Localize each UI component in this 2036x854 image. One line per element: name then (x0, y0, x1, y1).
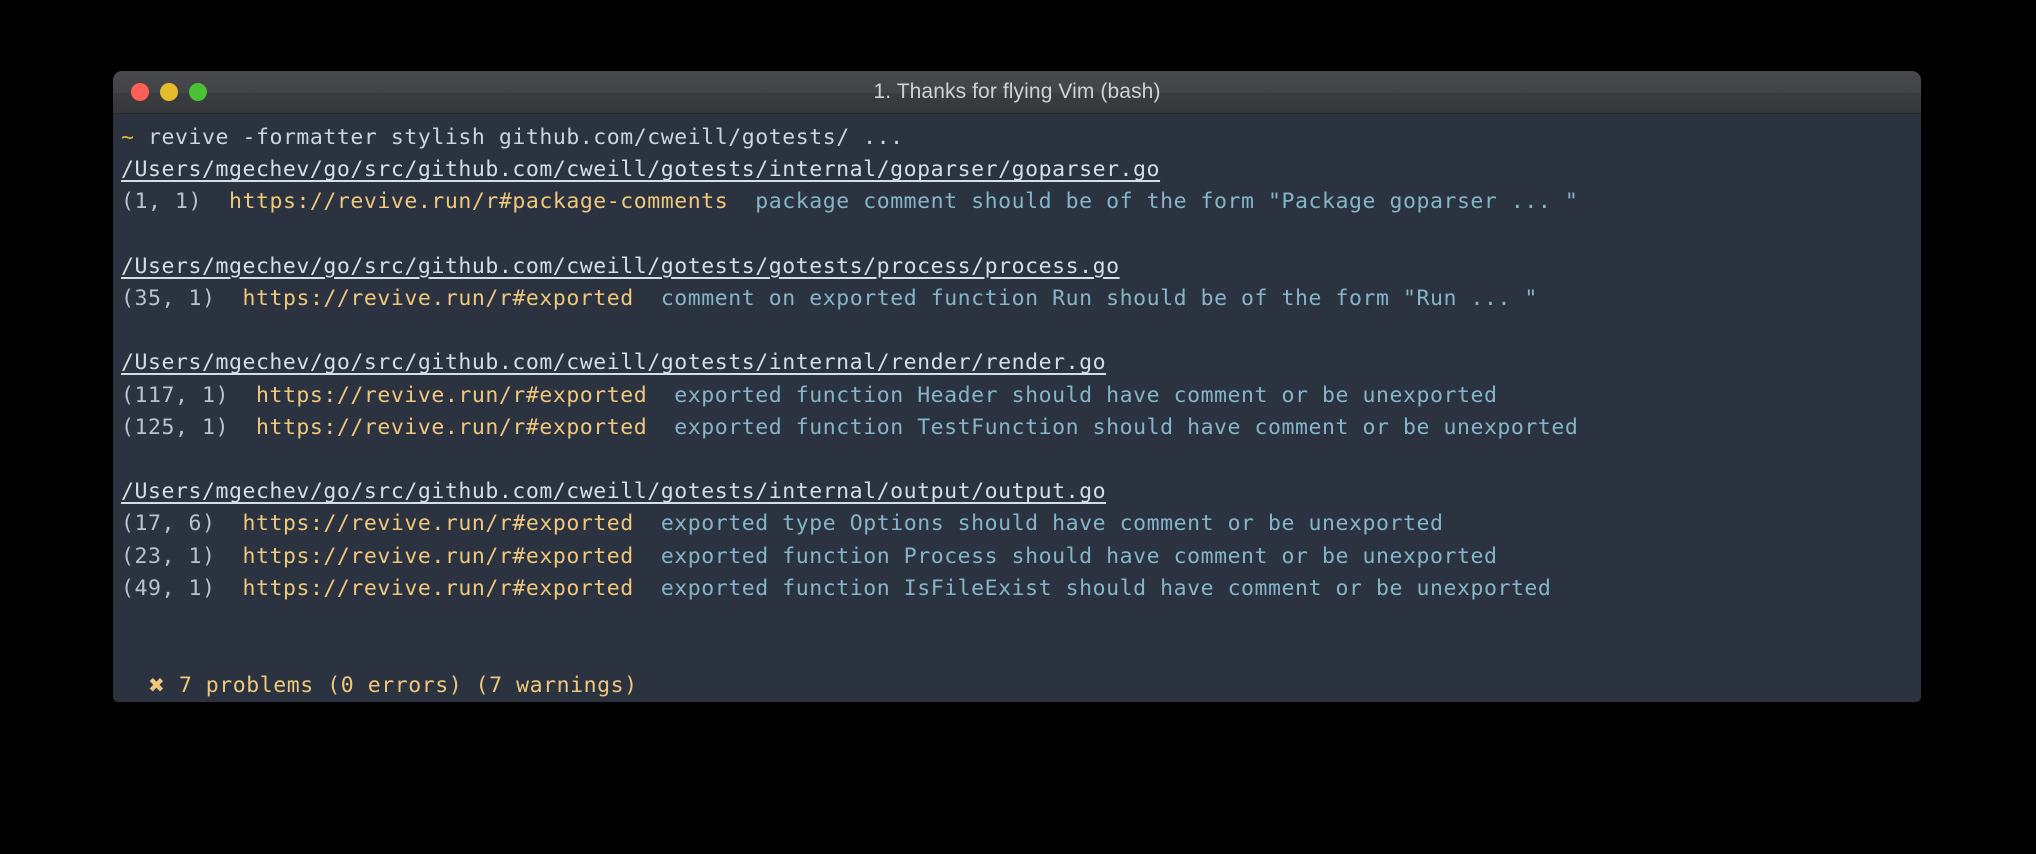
issue-position: (1, 1) (121, 189, 202, 215)
file-path-link[interactable]: /Users/mgechev/go/src/github.com/cweill/… (121, 479, 1106, 504)
issue-position: (35, 1) (121, 286, 216, 312)
window-title-bar[interactable]: 1. Thanks for flying Vim (bash) (113, 71, 1921, 114)
file-path-link[interactable]: /Users/mgechev/go/src/github.com/cweill/… (121, 157, 1160, 182)
terminal-output-area[interactable]: ~ revive -formatter stylish github.com/c… (113, 114, 1921, 702)
prompt-symbol: ~ (121, 125, 135, 150)
issue-row: (17, 6) https://revive.run/r#exported ex… (113, 508, 1921, 540)
file-path-link[interactable]: /Users/mgechev/go/src/github.com/cweill/… (121, 254, 1120, 279)
issue-message: exported type Options should have commen… (660, 511, 1444, 537)
window-title: 1. Thanks for flying Vim (bash) (873, 80, 1161, 103)
rule-url-link[interactable]: https://revive.run/r#exported (242, 511, 633, 536)
issue-message: exported function TestFunction should ha… (674, 414, 1579, 440)
spacer-row (113, 637, 1921, 669)
issue-position: (49, 1) (121, 575, 216, 601)
issue-message: exported function IsFileExist should hav… (660, 575, 1552, 601)
issue-row: (117, 1) https://revive.run/r#exported e… (113, 380, 1921, 412)
terminal-window: 1. Thanks for flying Vim (bash) ~ revive… (113, 71, 1921, 702)
issue-row: (35, 1) https://revive.run/r#exported co… (113, 283, 1921, 315)
spacer-row (113, 444, 1921, 476)
file-path-row[interactable]: /Users/mgechev/go/src/github.com/cweill/… (113, 476, 1921, 508)
issue-position: (117, 1) (121, 382, 229, 408)
zoom-window-button[interactable] (189, 83, 207, 101)
file-path-row[interactable]: /Users/mgechev/go/src/github.com/cweill/… (113, 251, 1921, 283)
rule-url-link[interactable]: https://revive.run/r#exported (256, 415, 647, 440)
command-text (135, 125, 149, 150)
issue-row: (1, 1) https://revive.run/r#package-comm… (113, 186, 1921, 218)
summary-row: ✖ 7 problems (0 errors) (7 warnings) (113, 669, 1921, 702)
desktop-background: 1. Thanks for flying Vim (bash) ~ revive… (0, 0, 2036, 854)
issue-row: (125, 1) https://revive.run/r#exported e… (113, 412, 1921, 444)
issue-row: (23, 1) https://revive.run/r#exported ex… (113, 541, 1921, 573)
rule-url-link[interactable]: https://revive.run/r#exported (242, 286, 633, 311)
minimize-window-button[interactable] (160, 83, 178, 101)
prompt-line: ~ revive -formatter stylish github.com/c… (113, 122, 1921, 154)
spacer-row (113, 605, 1921, 637)
window-controls (131, 71, 207, 113)
rule-url-link[interactable]: https://revive.run/r#package-comments (229, 189, 728, 214)
issue-position: (125, 1) (121, 414, 229, 440)
issue-message: comment on exported function Run should … (660, 286, 1538, 312)
rule-url-link[interactable]: https://revive.run/r#exported (242, 544, 633, 569)
file-path-row[interactable]: /Users/mgechev/go/src/github.com/cweill/… (113, 347, 1921, 379)
cross-mark-icon: ✖ (148, 673, 166, 698)
issue-position: (17, 6) (121, 511, 216, 537)
file-path-link[interactable]: /Users/mgechev/go/src/github.com/cweill/… (121, 350, 1106, 375)
rule-url-link[interactable]: https://revive.run/r#exported (242, 576, 633, 601)
issue-position: (23, 1) (121, 543, 216, 569)
rule-url-link[interactable]: https://revive.run/r#exported (256, 383, 647, 408)
issue-message: exported function Header should have com… (674, 382, 1498, 408)
issue-row: (49, 1) https://revive.run/r#exported ex… (113, 573, 1921, 605)
spacer-row (113, 315, 1921, 347)
spacer-row (113, 219, 1921, 251)
command-input: revive -formatter stylish github.com/cwe… (148, 125, 904, 150)
file-path-row[interactable]: /Users/mgechev/go/src/github.com/cweill/… (113, 154, 1921, 186)
issue-message: package comment should be of the form "P… (755, 189, 1579, 215)
close-window-button[interactable] (131, 83, 149, 101)
issue-message: exported function Process should have co… (660, 543, 1498, 569)
summary-text: 7 problems (0 errors) (7 warnings) (178, 673, 638, 699)
